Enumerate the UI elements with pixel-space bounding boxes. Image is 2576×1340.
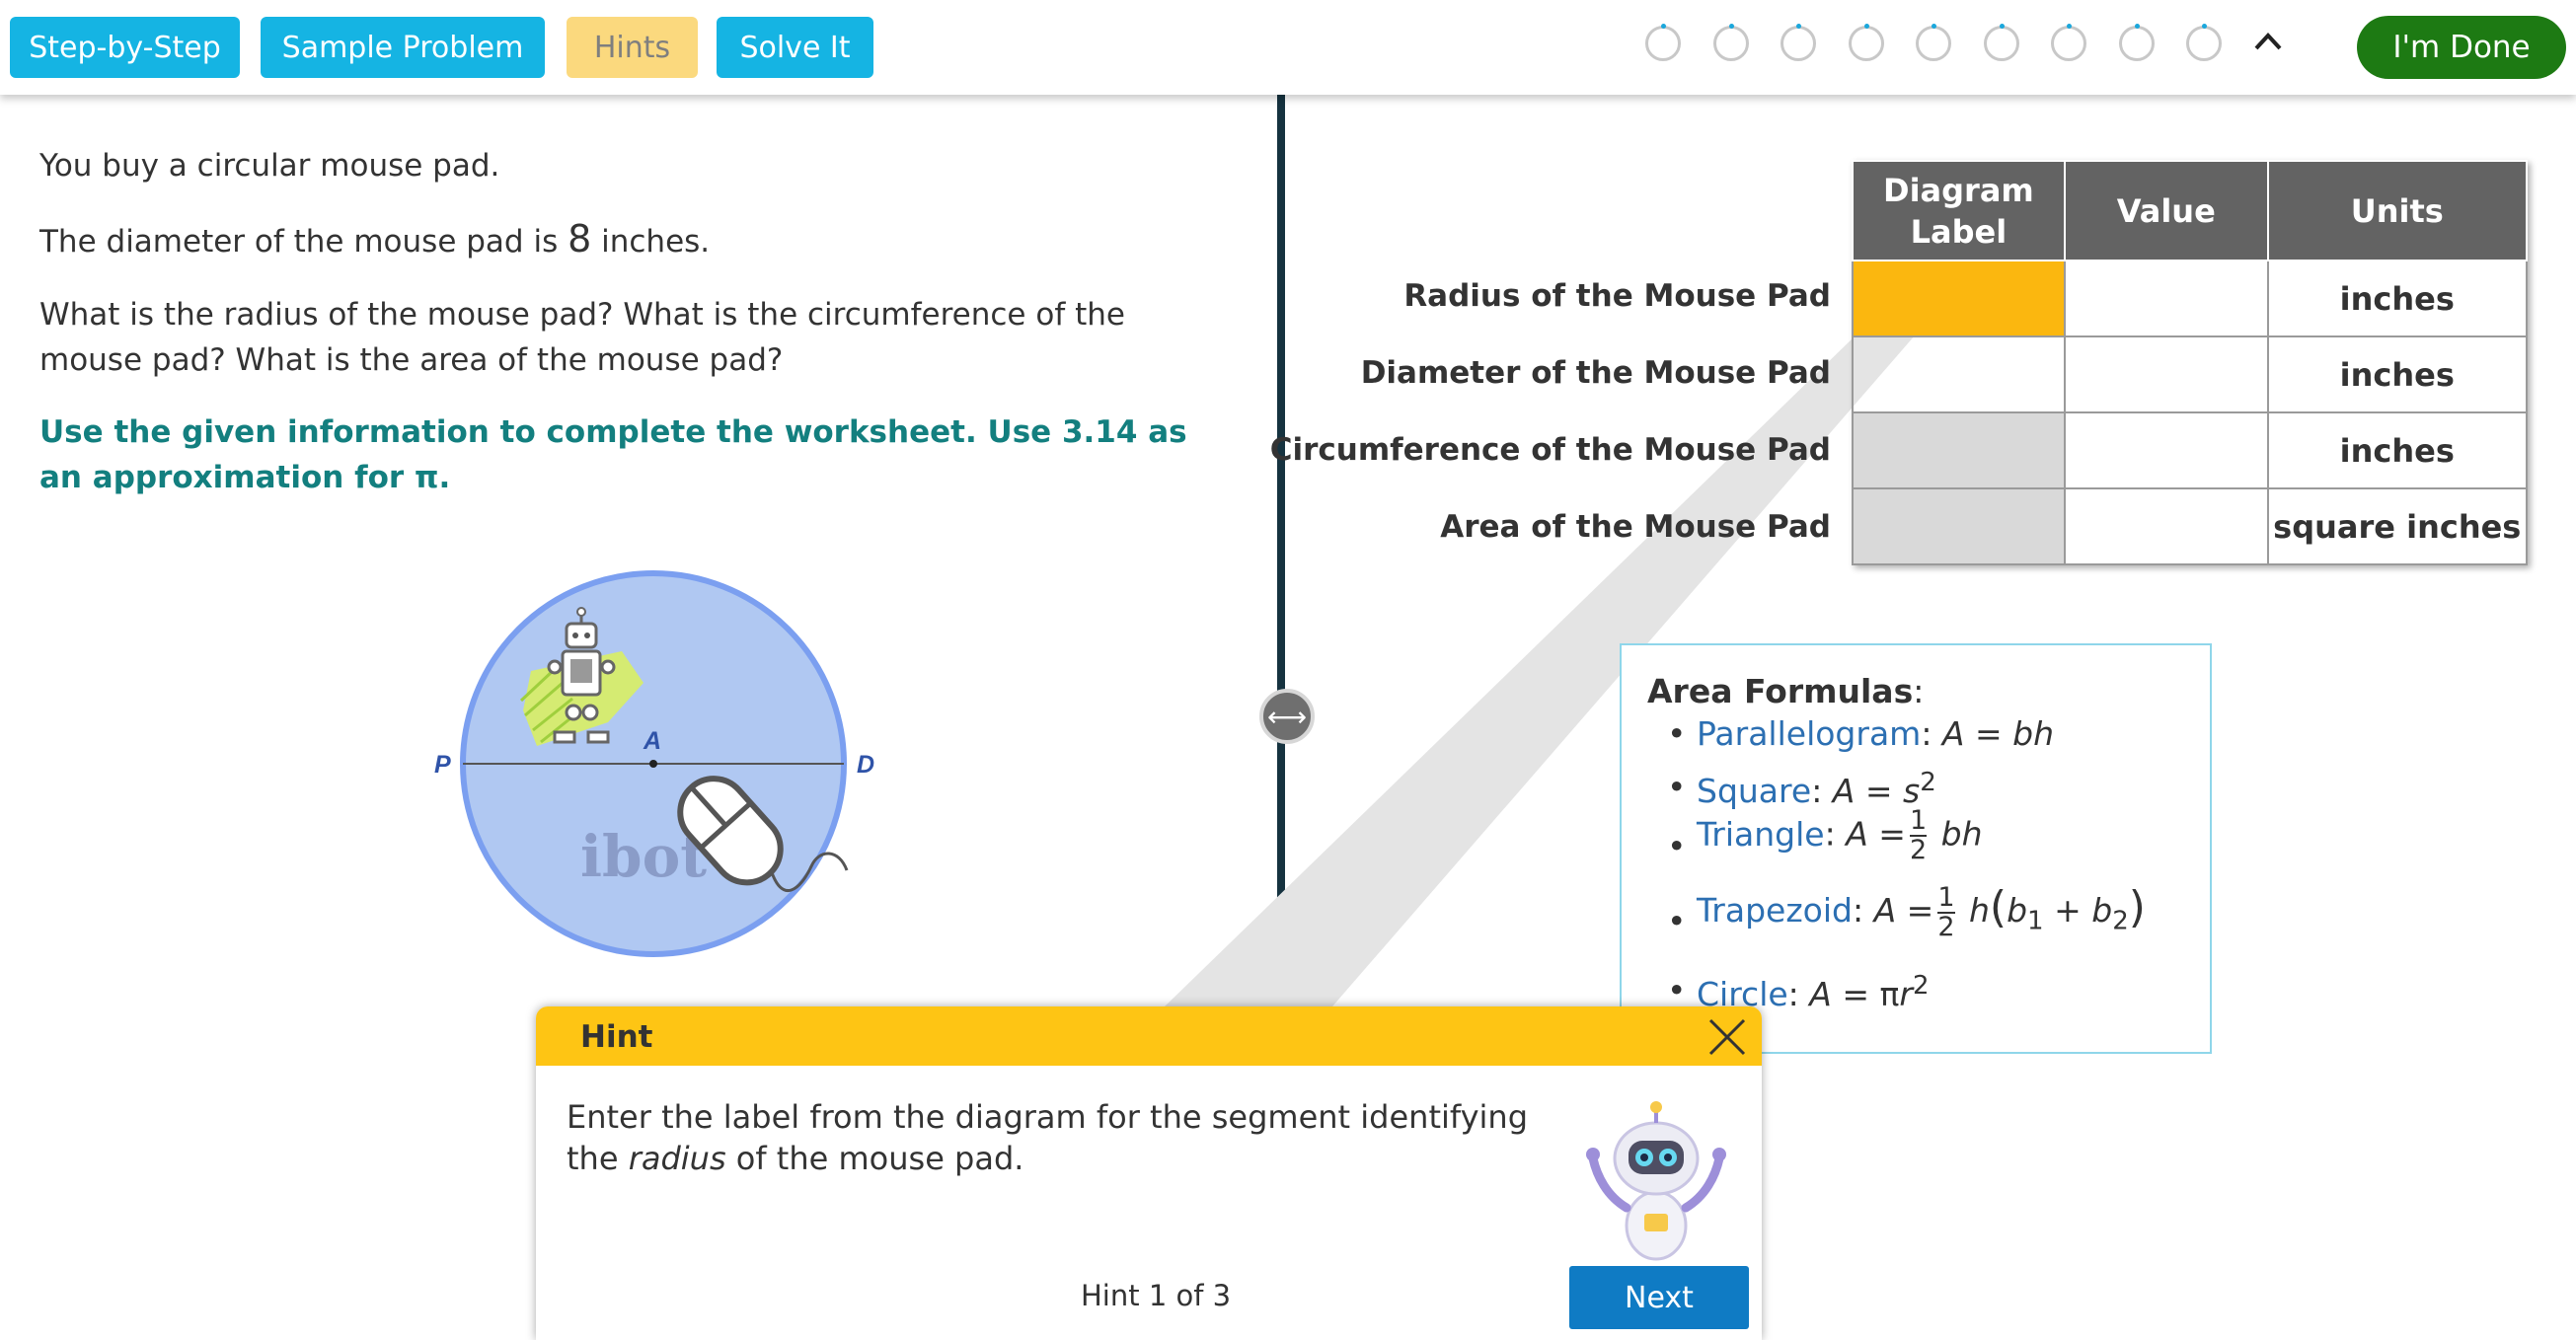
progress-step-6[interactable] <box>1983 24 2019 61</box>
row-label: Circumference of the Mouse Pad <box>1269 432 1831 468</box>
progress-step-4[interactable] <box>1848 24 1884 61</box>
value-cell[interactable] <box>2063 411 2269 489</box>
table-row: square inches <box>1852 487 2528 565</box>
diagram-label-cell[interactable] <box>1852 411 2066 489</box>
step-by-step-button[interactable]: Step-by-Step <box>10 17 240 78</box>
header-units: Units <box>2266 160 2528 261</box>
value-cell[interactable] <box>2063 260 2269 337</box>
row-label: Diameter of the Mouse Pad <box>1360 355 1831 391</box>
problem-diameter: The diameter of the mouse pad is 8 inche… <box>39 216 710 264</box>
hint-header: Hint <box>536 1006 1762 1066</box>
units-cell: inches <box>2266 260 2528 337</box>
progress-step-3[interactable] <box>1780 24 1816 61</box>
formula-triangle: • Triangle: A = 1 2 bh <box>1667 805 1983 866</box>
robot-mascot-icon <box>1586 1101 1726 1261</box>
formula-square: • Square: A = s2 <box>1667 768 1936 810</box>
hint-text: Enter the label from the diagram for the… <box>567 1098 1528 1177</box>
progress-step-5[interactable] <box>1916 24 1951 61</box>
progress-step-2[interactable] <box>1712 24 1749 61</box>
row-label: Area of the Mouse Pad <box>1440 509 1831 545</box>
next-hint-button[interactable]: Next <box>1569 1266 1749 1329</box>
solve-it-button[interactable]: Solve It <box>717 17 873 78</box>
units-cell: inches <box>2266 411 2528 489</box>
diagram-label-cell[interactable] <box>1852 260 2066 337</box>
formula-trapezoid: • Trapezoid: A = 1 2 h(b1 + b2) <box>1667 881 2146 942</box>
formulas-title: Area Formulas: <box>1647 672 1925 710</box>
diameter-value: 8 <box>568 217 592 261</box>
hint-counter: Hint 1 of 3 <box>1081 1279 1232 1312</box>
diameter-prefix: The diameter of the mouse pad is <box>39 224 559 260</box>
diagram-label-cell[interactable] <box>1852 487 2066 565</box>
problem-intro: You buy a circular mouse pad. <box>39 148 500 184</box>
units-cell: square inches <box>2266 487 2528 565</box>
progress-step-9[interactable] <box>2186 24 2222 61</box>
progress-step-7[interactable] <box>2051 24 2086 61</box>
units-cell: inches <box>2266 335 2528 413</box>
problem-instructions: Use the given information to complete th… <box>39 414 1187 495</box>
header-diagram-label: Diagram Label <box>1852 160 2066 261</box>
point-d-label: D <box>857 751 874 779</box>
worksheet-table: Diagram Label Value Units inches inches in… <box>1852 160 2528 565</box>
parallelogram-link[interactable]: Parallelogram <box>1697 714 1921 753</box>
progress-step-8[interactable] <box>2118 24 2155 61</box>
value-cell[interactable] <box>2063 487 2269 565</box>
area-formulas-box: Area Formulas: • Parallelogram: A = bh • S… <box>1620 643 2212 1054</box>
mouse-pad-diagram: P A D ibot <box>434 570 874 957</box>
problem-question: What is the radius of the mouse pad? Wha… <box>39 297 1125 378</box>
point-p-label: P <box>434 751 451 779</box>
triangle-link[interactable]: Triangle <box>1697 815 1825 854</box>
hint-panel: Hint Enter the label from the diagram fo… <box>536 1006 1762 1340</box>
table-row: inches <box>1852 260 2528 337</box>
resize-handle-icon[interactable]: ⟷ <box>1259 689 1315 744</box>
trapezoid-link[interactable]: Trapezoid <box>1697 891 1853 930</box>
header-value: Value <box>2063 160 2269 261</box>
close-icon[interactable] <box>1706 1016 1748 1058</box>
row-label: Radius of the Mouse Pad <box>1403 278 1831 314</box>
hint-title: Hint <box>580 1019 653 1055</box>
table-row: inches <box>1852 411 2528 489</box>
sample-problem-button[interactable]: Sample Problem <box>261 17 545 78</box>
toolbar: Step-by-Step Sample Problem Hints Solve … <box>0 0 2576 95</box>
chevron-up-icon[interactable] <box>2248 22 2288 61</box>
diagram-label-cell[interactable] <box>1852 335 2066 413</box>
value-cell[interactable] <box>2063 335 2269 413</box>
diameter-suffix: inches. <box>601 224 711 260</box>
square-link[interactable]: Square <box>1697 772 1811 810</box>
progress-step-1[interactable] <box>1645 24 1681 61</box>
point-a-label: A <box>643 727 661 755</box>
hint-emphasis: radius <box>628 1140 726 1177</box>
im-done-button[interactable]: I'm Done <box>2357 16 2566 79</box>
formula-parallelogram: • Parallelogram: A = bh <box>1667 714 2055 753</box>
table-row: inches <box>1852 335 2528 413</box>
hints-button[interactable]: Hints <box>567 17 698 78</box>
